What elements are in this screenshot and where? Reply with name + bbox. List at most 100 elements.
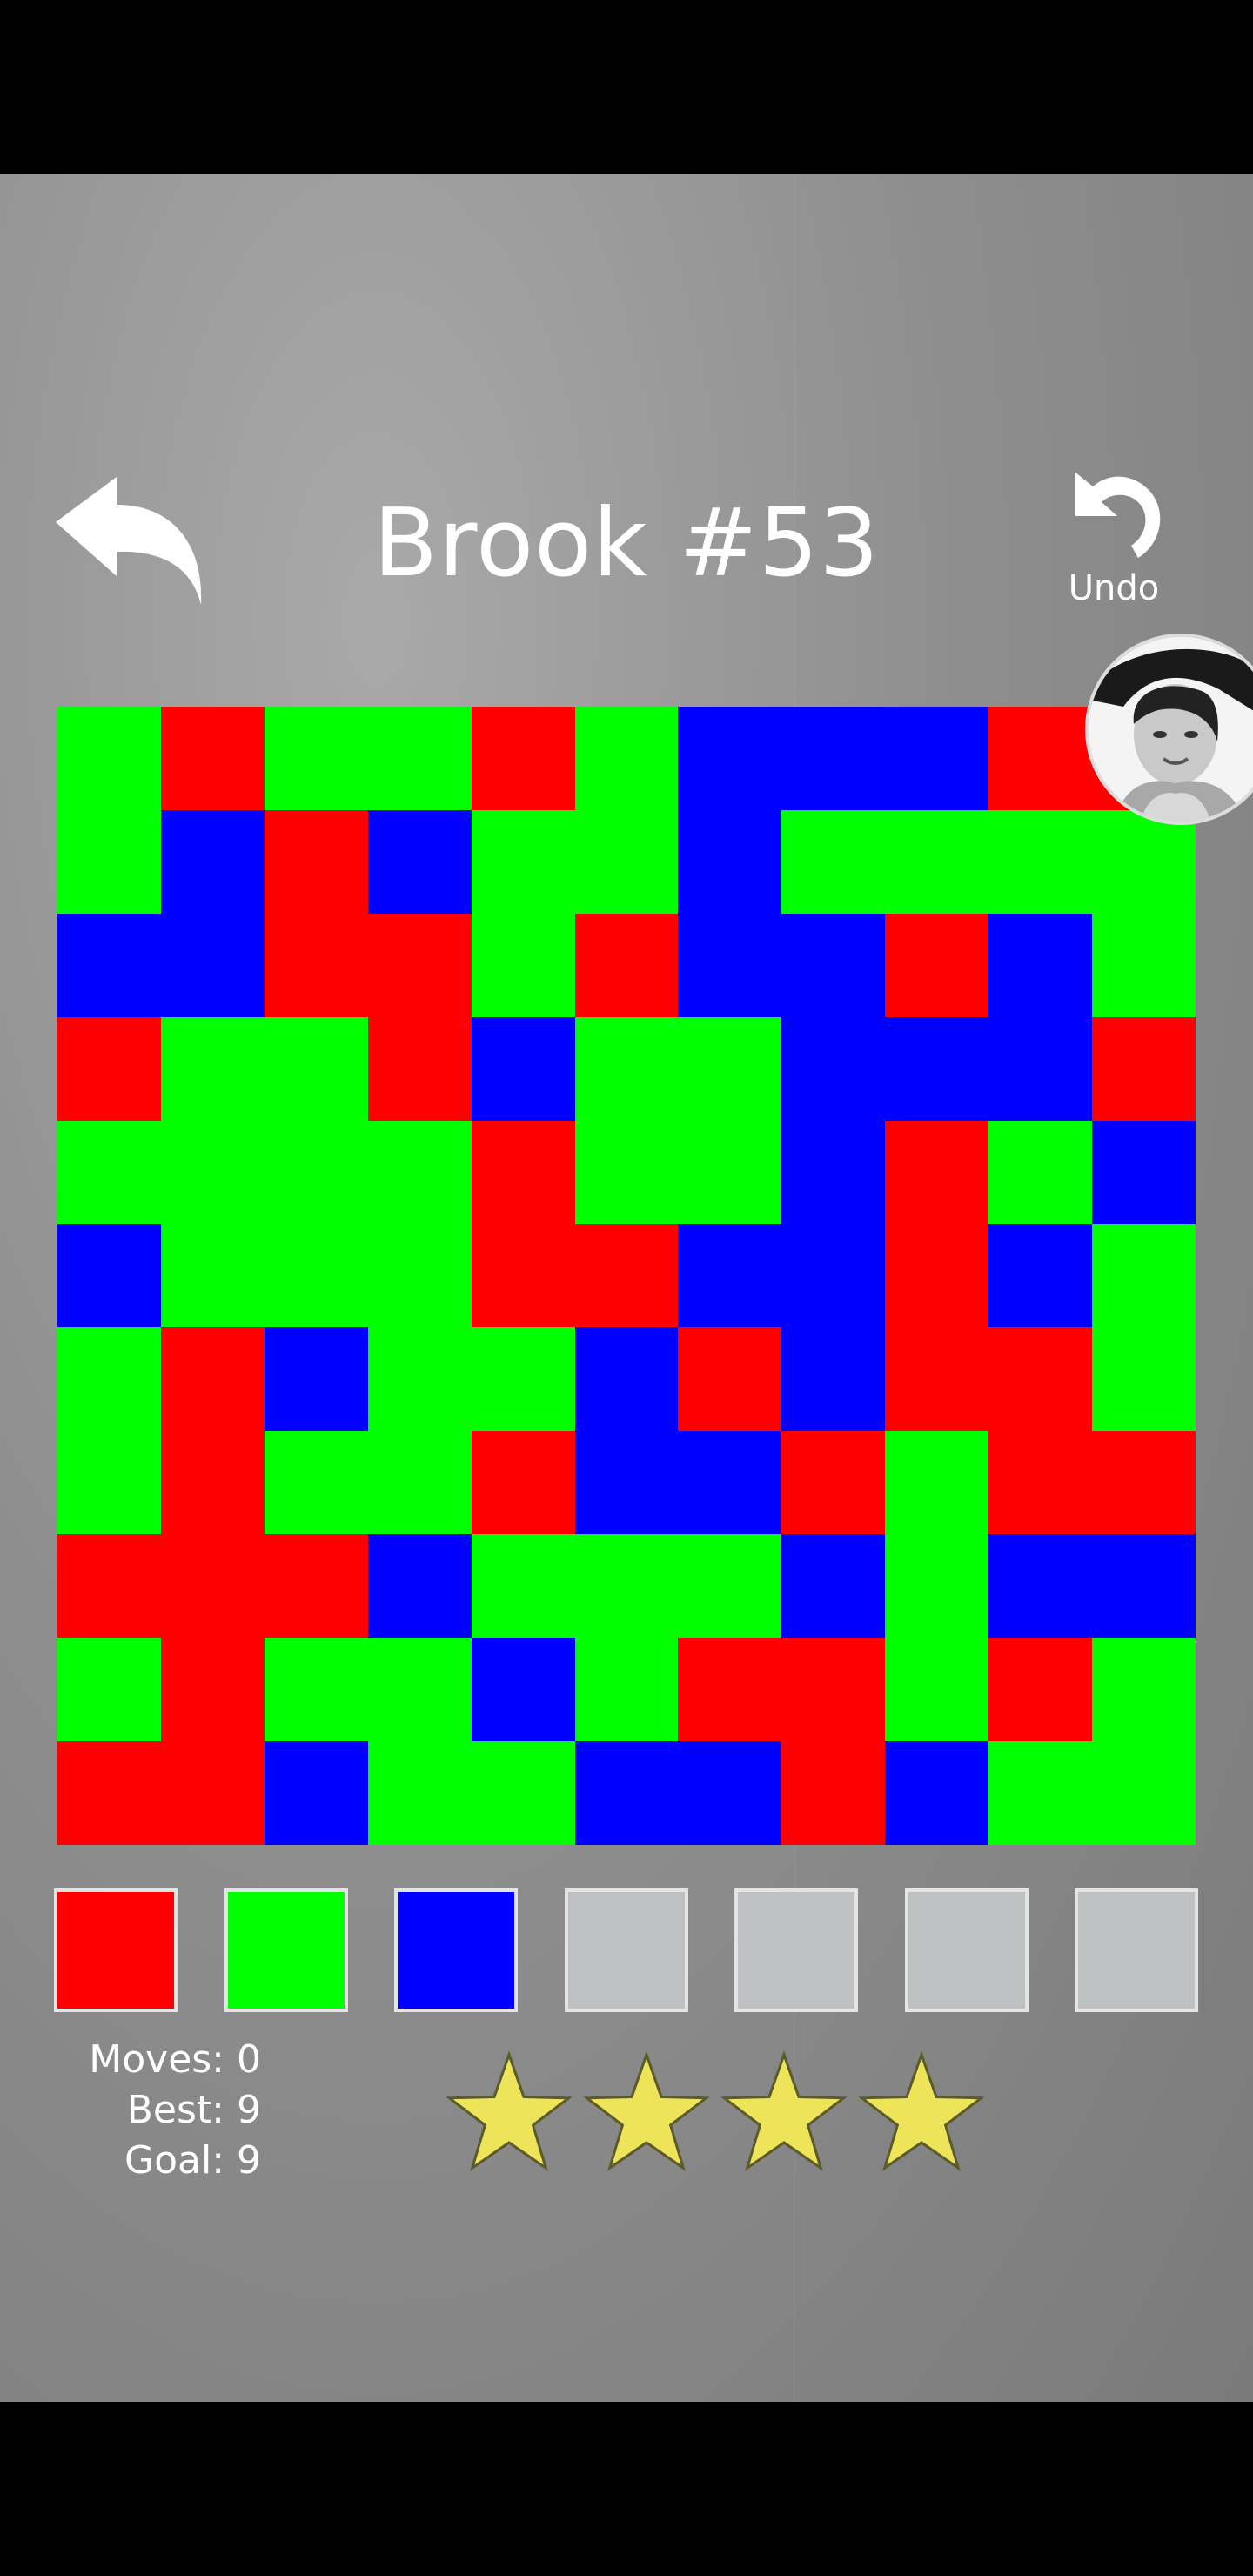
board-cell[interactable]: [885, 1741, 989, 1845]
board-cell[interactable]: [367, 1224, 472, 1328]
board-cell[interactable]: [781, 1327, 886, 1432]
board-cell[interactable]: [367, 1120, 472, 1224]
board-cell[interactable]: [1092, 1327, 1196, 1432]
board-cell[interactable]: [574, 1120, 679, 1224]
board-cell[interactable]: [471, 1431, 575, 1535]
board-cell[interactable]: [367, 1327, 472, 1432]
board-cell[interactable]: [678, 1534, 782, 1639]
board-cell[interactable]: [574, 1327, 679, 1432]
board-cell[interactable]: [57, 1638, 161, 1742]
board-cell[interactable]: [57, 1327, 161, 1432]
board-cell[interactable]: [781, 1741, 886, 1845]
board-cell[interactable]: [1092, 1534, 1196, 1639]
board-cell[interactable]: [988, 1224, 1093, 1328]
board-cell[interactable]: [678, 1327, 782, 1432]
board-cell[interactable]: [781, 913, 886, 1017]
board-cell[interactable]: [471, 1327, 575, 1432]
board-cell[interactable]: [264, 707, 368, 810]
board-cell[interactable]: [264, 1534, 368, 1639]
board-cell[interactable]: [574, 1431, 679, 1535]
board-cell[interactable]: [160, 707, 265, 810]
board-cell[interactable]: [264, 1741, 368, 1845]
board-cell[interactable]: [885, 1638, 989, 1742]
board-cell[interactable]: [264, 1120, 368, 1224]
back-button[interactable]: [49, 470, 214, 627]
board-cell[interactable]: [988, 809, 1093, 914]
board-cell[interactable]: [988, 1534, 1093, 1639]
board-cell[interactable]: [678, 913, 782, 1017]
board-cell[interactable]: [1092, 1638, 1196, 1742]
board-cell[interactable]: [471, 1638, 575, 1742]
board-cell[interactable]: [678, 1638, 782, 1742]
board-cell[interactable]: [367, 1534, 472, 1639]
board-cell[interactable]: [678, 1224, 782, 1328]
board-cell[interactable]: [1092, 1431, 1196, 1535]
board-cell[interactable]: [885, 707, 989, 810]
board-cell[interactable]: [57, 1120, 161, 1224]
board-cell[interactable]: [1092, 809, 1196, 914]
board-cell[interactable]: [471, 1741, 575, 1845]
board-cell[interactable]: [264, 913, 368, 1017]
board-cell[interactable]: [678, 1741, 782, 1845]
board-cell[interactable]: [367, 1741, 472, 1845]
board-cell[interactable]: [781, 1120, 886, 1224]
board-cell[interactable]: [160, 1327, 265, 1432]
board-cell[interactable]: [367, 1016, 472, 1121]
board-cell[interactable]: [988, 913, 1093, 1017]
board-cell[interactable]: [885, 809, 989, 914]
board-cell[interactable]: [264, 1638, 368, 1742]
board-cell[interactable]: [57, 1534, 161, 1639]
board-cell[interactable]: [781, 1224, 886, 1328]
board-cell[interactable]: [471, 1120, 575, 1224]
board-cell[interactable]: [471, 1016, 575, 1121]
board-cell[interactable]: [988, 1431, 1093, 1535]
board-cell[interactable]: [781, 707, 886, 810]
board-cell[interactable]: [1092, 1120, 1196, 1224]
board-cell[interactable]: [160, 1638, 265, 1742]
board-cell[interactable]: [574, 1741, 679, 1845]
board-cell[interactable]: [471, 1534, 575, 1639]
board-cell[interactable]: [57, 809, 161, 914]
board-cell[interactable]: [885, 1120, 989, 1224]
board-cell[interactable]: [1092, 913, 1196, 1017]
board-cell[interactable]: [885, 1016, 989, 1121]
board-cell[interactable]: [885, 913, 989, 1017]
board-cell[interactable]: [57, 1741, 161, 1845]
board-cell[interactable]: [264, 1327, 368, 1432]
board-cell[interactable]: [885, 1534, 989, 1639]
board-cell[interactable]: [160, 809, 265, 914]
undo-button[interactable]: Undo: [1049, 466, 1179, 608]
board-cell[interactable]: [678, 707, 782, 810]
board-cell[interactable]: [367, 809, 472, 914]
board-cell[interactable]: [574, 1224, 679, 1328]
board-cell[interactable]: [57, 1431, 161, 1535]
board-cell[interactable]: [264, 1224, 368, 1328]
board-cell[interactable]: [57, 1016, 161, 1121]
board-cell[interactable]: [988, 1016, 1093, 1121]
board-cell[interactable]: [574, 1638, 679, 1742]
board-cell[interactable]: [471, 809, 575, 914]
board-cell[interactable]: [988, 1638, 1093, 1742]
board-cell[interactable]: [367, 1431, 472, 1535]
board-cell[interactable]: [57, 1224, 161, 1328]
board-cell[interactable]: [885, 1224, 989, 1328]
board-cell[interactable]: [1092, 1741, 1196, 1845]
board-cell[interactable]: [781, 1638, 886, 1742]
board-cell[interactable]: [574, 1016, 679, 1121]
board-cell[interactable]: [1092, 1224, 1196, 1328]
board-cell[interactable]: [160, 1534, 265, 1639]
board-cell[interactable]: [160, 1120, 265, 1224]
board-cell[interactable]: [885, 1327, 989, 1432]
board-cell[interactable]: [781, 1431, 886, 1535]
board-cell[interactable]: [781, 1016, 886, 1121]
board-cell[interactable]: [1092, 1016, 1196, 1121]
board-cell[interactable]: [57, 913, 161, 1017]
board-cell[interactable]: [988, 707, 1093, 810]
board-cell[interactable]: [781, 1534, 886, 1639]
board-cell[interactable]: [471, 707, 575, 810]
board-cell[interactable]: [678, 1120, 782, 1224]
board-cell[interactable]: [264, 1431, 368, 1535]
board-cell[interactable]: [57, 707, 161, 810]
board-cell[interactable]: [678, 1016, 782, 1121]
board-cell[interactable]: [471, 1224, 575, 1328]
